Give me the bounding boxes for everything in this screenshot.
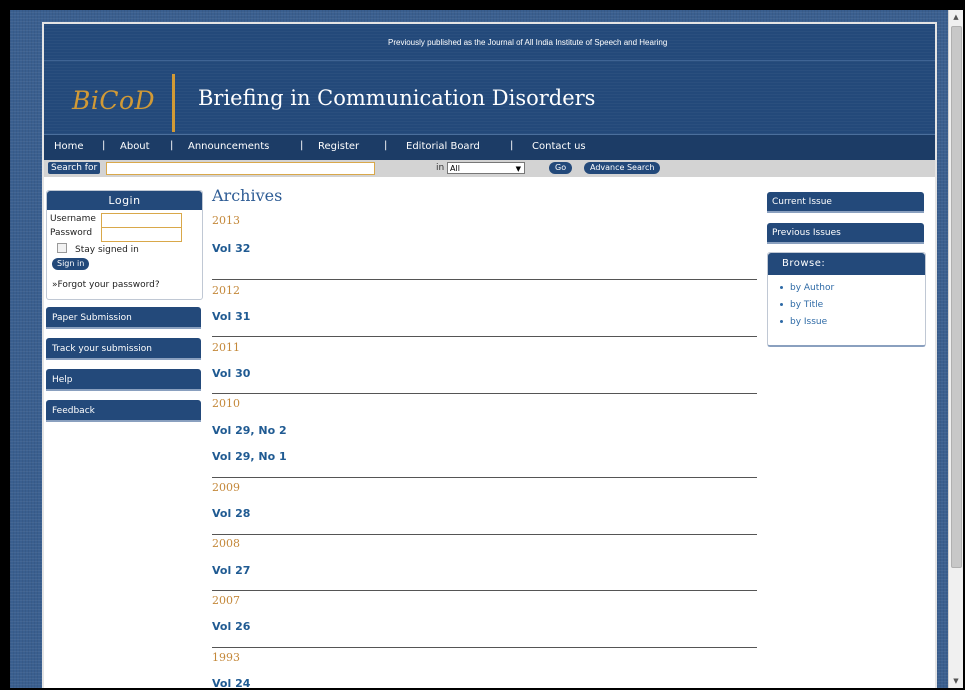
issue-link[interactable]: Vol 31: [212, 310, 250, 323]
header-topbar: Previously published as the Journal of A…: [44, 24, 935, 61]
issue-link[interactable]: Vol 30: [212, 367, 250, 380]
stay-signed-in-checkbox[interactable]: [57, 243, 67, 253]
nav-about[interactable]: About: [120, 141, 150, 152]
feedback-link[interactable]: Feedback: [46, 400, 201, 422]
username-label: Username: [50, 214, 96, 224]
divider: [212, 477, 757, 478]
tagline: Previously published as the Journal of A…: [388, 38, 668, 47]
issue-link[interactable]: Vol 24: [212, 677, 250, 688]
track-submission-link[interactable]: Track your submission: [46, 338, 201, 360]
nav-separator: |: [102, 140, 106, 151]
year-heading: 2011: [212, 341, 240, 354]
logo-divider: [172, 74, 175, 132]
issue-link[interactable]: Vol 27: [212, 564, 250, 577]
browse-by-issue-link[interactable]: by Issue: [780, 317, 827, 327]
vertical-scrollbar[interactable]: ▲ ▼: [948, 10, 963, 688]
browse-label: by Issue: [790, 317, 828, 327]
divider: [212, 647, 757, 648]
journal-title: Briefing in Communication Disorders: [198, 86, 596, 110]
browse-label: by Author: [790, 283, 835, 293]
scroll-thumb[interactable]: [951, 26, 962, 568]
browse-by-author-link[interactable]: by Author: [780, 283, 834, 293]
bullet-icon: [780, 320, 783, 323]
divider: [212, 534, 757, 535]
divider: [212, 590, 757, 591]
nav-home[interactable]: Home: [54, 141, 84, 152]
issue-link[interactable]: Vol 32: [212, 242, 250, 255]
login-heading: Login: [47, 191, 202, 210]
advance-search-button[interactable]: Advance Search: [584, 162, 661, 174]
search-in-label: in: [436, 163, 445, 173]
scroll-down-icon[interactable]: ▼: [949, 674, 963, 688]
scroll-up-icon[interactable]: ▲: [949, 10, 963, 24]
site-header: Previously published as the Journal of A…: [44, 24, 935, 134]
stay-signed-in-label: Stay signed in: [75, 245, 139, 255]
year-heading: 2013: [212, 214, 240, 227]
journal-page: Previously published as the Journal of A…: [42, 22, 937, 688]
search-bar: Search for in All ▼ Go Advance Search: [44, 160, 935, 177]
bullet-icon: [780, 303, 783, 306]
chevron-down-icon: ▼: [515, 165, 521, 173]
go-button[interactable]: Go: [549, 162, 573, 174]
nav-separator: |: [510, 140, 514, 151]
browse-by-title-link[interactable]: by Title: [780, 300, 823, 310]
nav-announcements[interactable]: Announcements: [188, 141, 269, 152]
issue-link[interactable]: Vol 29, No 1: [212, 450, 287, 463]
issue-link[interactable]: Vol 28: [212, 507, 250, 520]
issue-link[interactable]: Vol 29, No 2: [212, 424, 287, 437]
forgot-password-link[interactable]: »Forgot your password?: [52, 280, 160, 290]
year-heading: 2008: [212, 537, 240, 550]
browse-box: Browse: by Author by Title by Issue: [767, 252, 926, 347]
nav-editorial-board[interactable]: Editorial Board: [406, 141, 480, 152]
year-heading: 1993: [212, 651, 240, 664]
current-issue-link[interactable]: Current Issue: [767, 192, 924, 213]
previous-issues-link[interactable]: Previous Issues: [767, 223, 924, 244]
bullet-icon: [780, 286, 783, 289]
password-field[interactable]: [101, 227, 182, 242]
year-heading: 2010: [212, 397, 240, 410]
year-heading: 2012: [212, 284, 240, 297]
year-heading: 2007: [212, 594, 240, 607]
password-label: Password: [50, 228, 93, 238]
browser-viewport: Previously published as the Journal of A…: [10, 10, 963, 688]
nav-contact-us[interactable]: Contact us: [532, 141, 586, 152]
browse-label: by Title: [790, 300, 824, 310]
username-field[interactable]: [101, 213, 182, 228]
divider: [212, 336, 757, 337]
nav-separator: |: [170, 140, 174, 151]
main-nav: Home | About | Announcements | Register …: [44, 134, 935, 160]
divider: [212, 393, 757, 394]
help-link[interactable]: Help: [46, 369, 201, 391]
nav-separator: |: [300, 140, 304, 151]
nav-register[interactable]: Register: [318, 141, 359, 152]
page-title: Archives: [212, 186, 283, 205]
year-heading: 2009: [212, 481, 240, 494]
issue-link[interactable]: Vol 26: [212, 620, 250, 633]
browse-heading: Browse:: [768, 253, 925, 275]
divider: [212, 279, 757, 280]
nav-separator: |: [384, 140, 388, 151]
search-scope-select[interactable]: All ▼: [447, 162, 525, 174]
search-input[interactable]: [106, 162, 375, 175]
paper-submission-link[interactable]: Paper Submission: [46, 307, 201, 329]
bicod-logo[interactable]: BiCoD: [72, 86, 155, 115]
search-label: Search for: [48, 162, 101, 174]
sign-in-button[interactable]: Sign in: [52, 258, 90, 270]
login-box: Login Username Password Stay signed in S…: [46, 190, 203, 300]
search-scope-value: All: [450, 164, 460, 173]
